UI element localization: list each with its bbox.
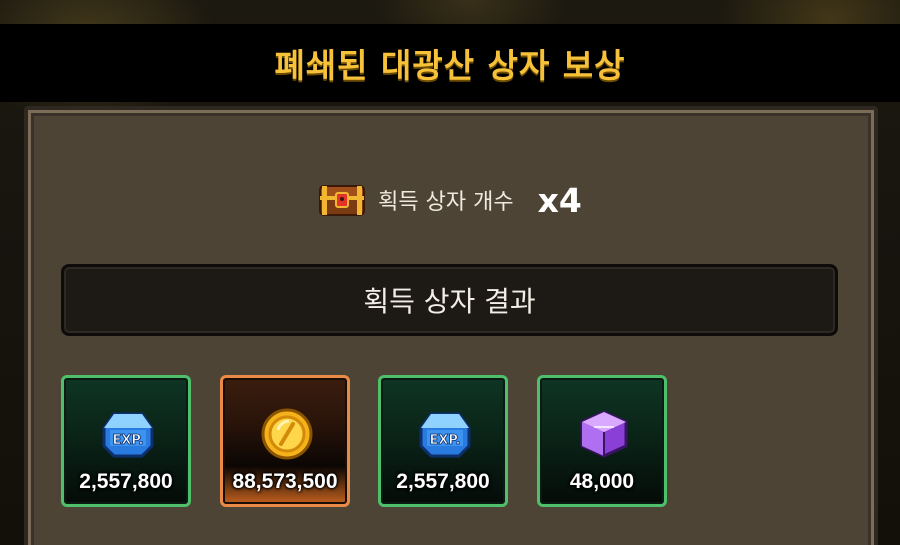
gold-coin-icon [261,408,313,460]
treasure-chest-icon [319,185,366,216]
reward-tile-cube[interactable]: 48,000 [537,375,667,507]
box-count-value: x4 [537,180,582,220]
reward-tile-exp[interactable]: EXP. 2,557,800 [378,375,508,507]
result-header-bar: 획득 상자 결과 [61,264,838,336]
box-count-label: 획득 상자 개수 [378,190,514,215]
reward-value: 48,000 [569,470,635,493]
purple-cube-icon [580,410,628,458]
page-title: 폐쇄된 대광산 상자 보상 [274,46,626,85]
box-count-row: 획득 상자 개수 x4 [0,178,900,222]
exp-crystal-icon: EXP. [102,412,154,458]
reward-value: 88,573,500 [232,470,338,493]
reward-value: 2,557,800 [79,470,173,493]
svg-text:EXP.: EXP. [430,433,461,448]
svg-text:EXP.: EXP. [113,433,144,448]
exp-crystal-icon: EXP. [419,412,471,458]
reward-tile-gold[interactable]: 88,573,500 [220,375,350,507]
reward-tile-exp[interactable]: EXP. 2,557,800 [61,375,191,507]
title-bar: 폐쇄된 대광산 상자 보상 [0,24,900,102]
reward-value: 2,557,800 [396,470,490,493]
result-header-text: 획득 상자 결과 [363,285,536,318]
